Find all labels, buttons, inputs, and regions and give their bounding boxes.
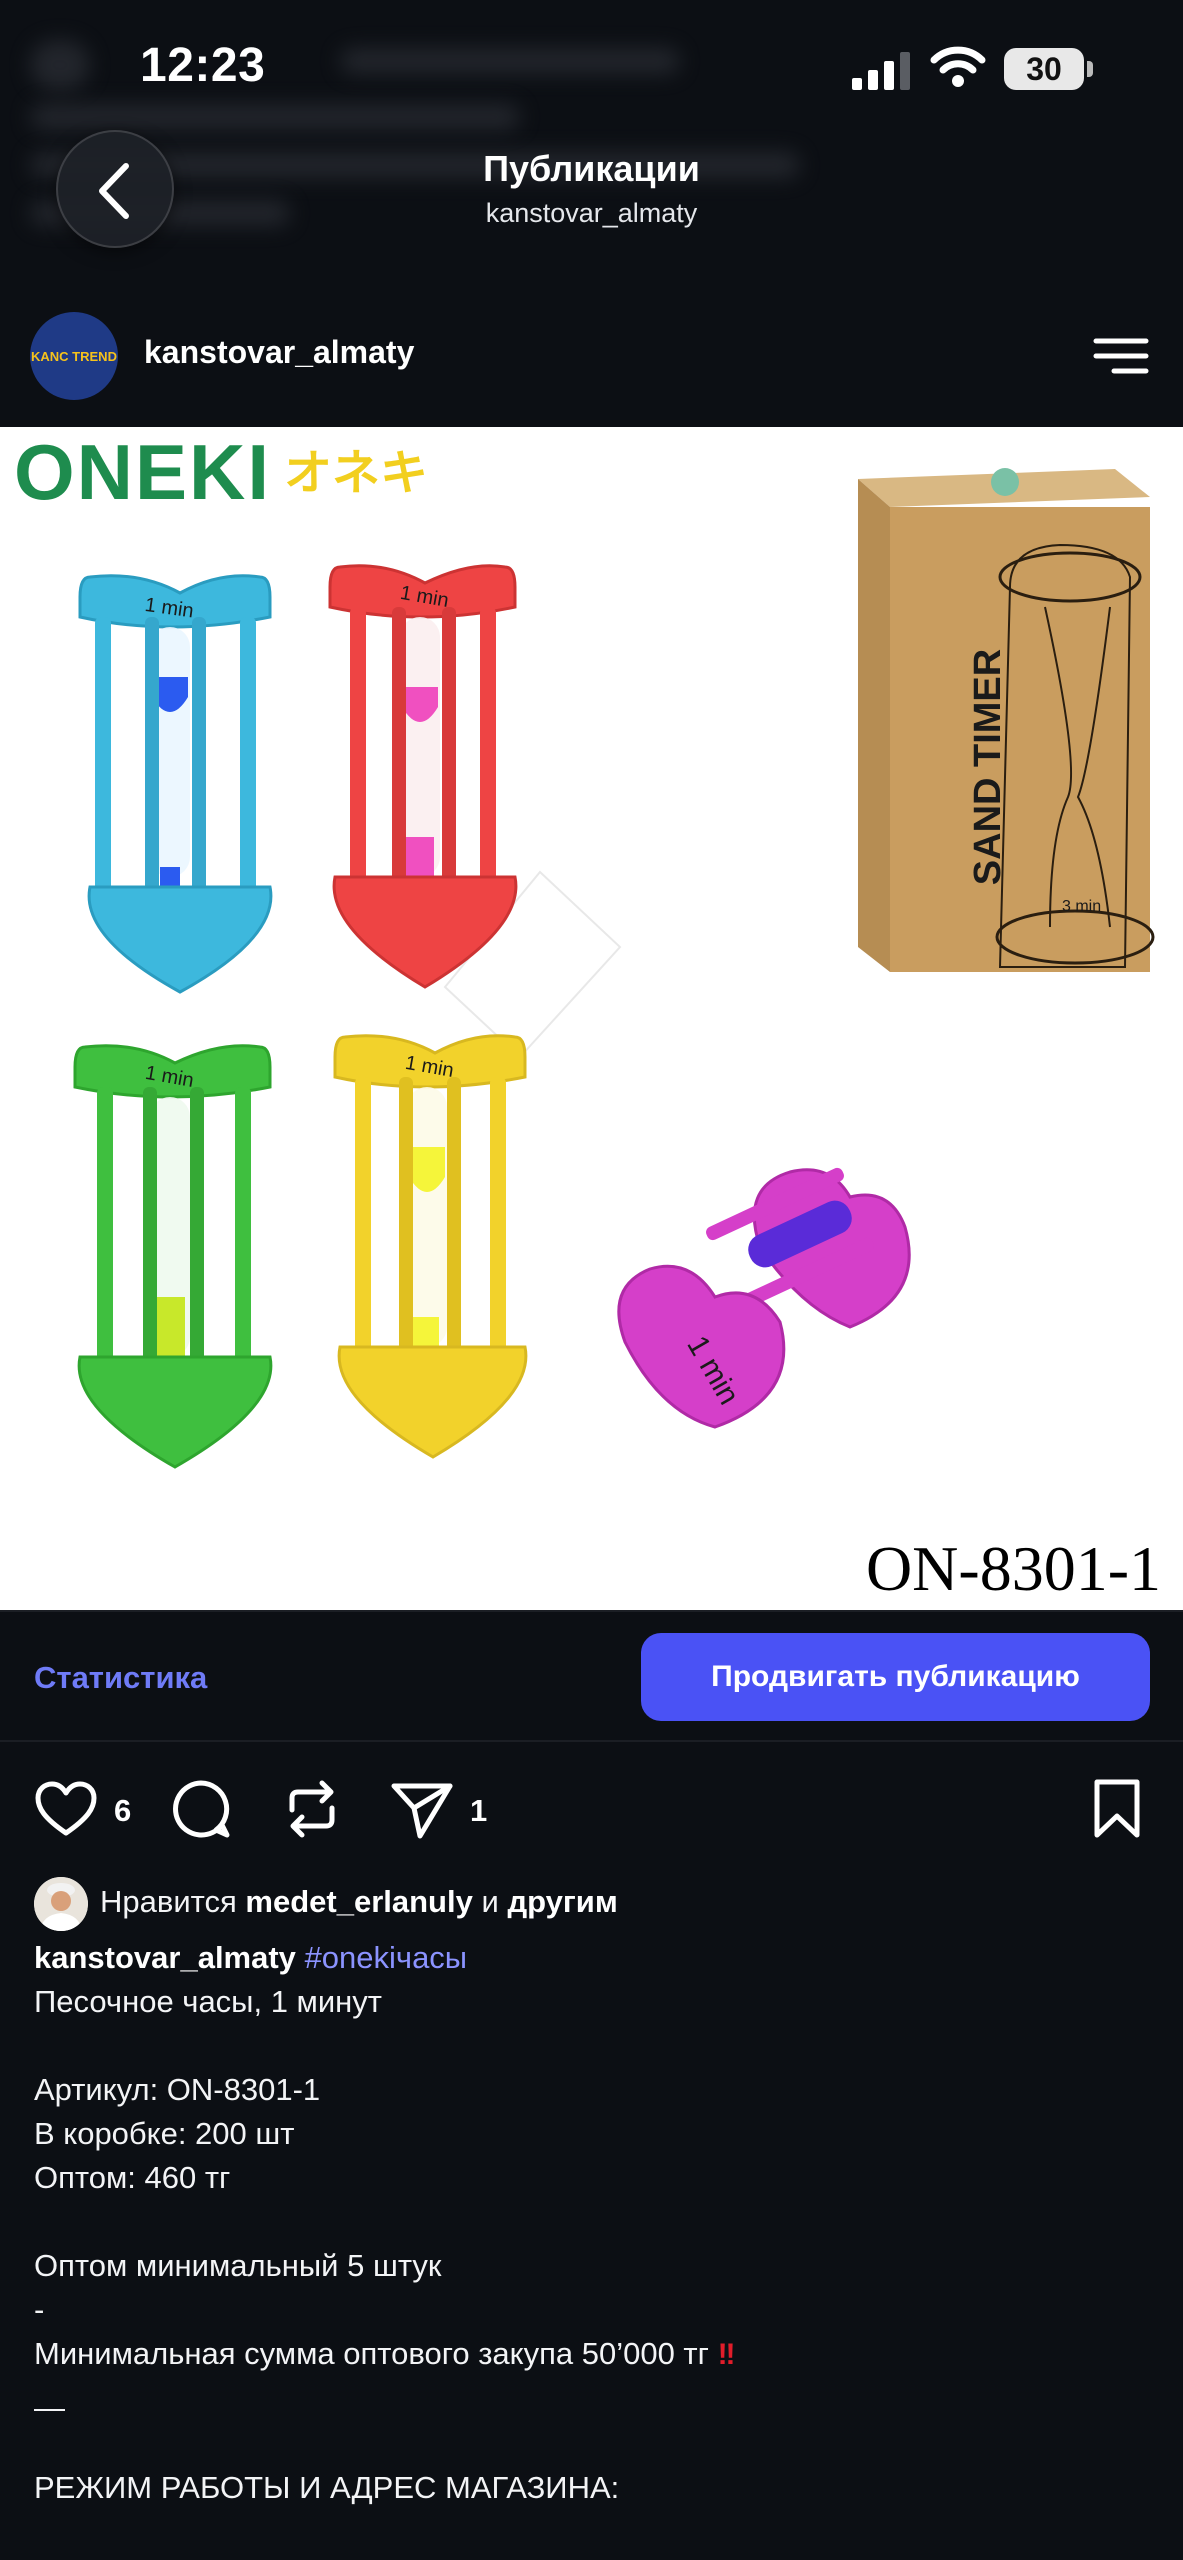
product-illustration: 1 min 1 min SAND TIMER 3 min 1 min 1 min… bbox=[73, 468, 1155, 1469]
box-small-label: 3 min bbox=[1062, 898, 1101, 915]
likes-prefix: Нравится bbox=[100, 1884, 237, 1919]
product-code: ON-8301-1 bbox=[865, 1533, 1161, 1604]
author-avatar[interactable]: KANC TREND bbox=[30, 312, 118, 400]
likes-middle: и bbox=[481, 1884, 499, 1919]
menu-icon[interactable] bbox=[1092, 336, 1150, 376]
caption-line: РЕЖИМ РАБОТЫ И АДРЕС МАГАЗИНА: bbox=[34, 2470, 620, 2505]
sand-timer-box: SAND TIMER 3 min bbox=[858, 468, 1155, 972]
blurred-background bbox=[340, 48, 680, 74]
send-icon[interactable] bbox=[390, 1778, 454, 1840]
liker-avatar[interactable] bbox=[34, 1877, 88, 1931]
page-subtitle: kanstovar_almaty bbox=[485, 198, 698, 228]
person-avatar-icon bbox=[34, 1877, 88, 1931]
caption-line: — bbox=[34, 2390, 65, 2425]
post-image[interactable]: ONEKI オネキ 1 min 1 min SAND TIMER 3 min 1… bbox=[0, 427, 1183, 1610]
author-username[interactable]: kanstovar_almaty bbox=[144, 334, 414, 371]
top-header: 12:23 30 Публикации kanstovar_almaty bbox=[0, 0, 1183, 300]
cellular-signal-icon bbox=[852, 52, 910, 90]
page-title: Публикации bbox=[483, 148, 700, 189]
caption-line: Оптом: 460 тг bbox=[34, 2160, 231, 2195]
comment-icon[interactable] bbox=[170, 1778, 232, 1840]
caption-header: kanstovar_almaty #onekiчасы bbox=[34, 1940, 467, 1976]
hourglass-timer-green: 1 min bbox=[73, 1044, 273, 1469]
statistics-link[interactable]: Статистика bbox=[34, 1660, 207, 1696]
liker-username[interactable]: medet_erlanuly bbox=[245, 1884, 472, 1919]
share-count: 1 bbox=[470, 1793, 488, 1828]
blurred-background bbox=[30, 40, 90, 90]
caption-author[interactable]: kanstovar_almaty bbox=[34, 1940, 296, 1975]
caption-line: Оптом минимальный 5 штук bbox=[34, 2248, 442, 2283]
repost-icon[interactable] bbox=[282, 1778, 342, 1840]
caption-hashtag[interactable]: #onekiчасы bbox=[305, 1940, 468, 1975]
battery-level: 30 bbox=[1026, 51, 1062, 87]
caption-line: Артикул: ON-8301-1 bbox=[34, 2072, 321, 2107]
status-time: 12:23 bbox=[140, 39, 266, 92]
likes-others-link[interactable]: другим bbox=[507, 1884, 617, 1919]
hourglass-timer-red: 1 min bbox=[328, 564, 518, 989]
hourglass-timer-yellow: 1 min bbox=[333, 1034, 528, 1459]
heart-icon[interactable] bbox=[34, 1780, 98, 1838]
caption-line: В коробке: 200 шт bbox=[34, 2116, 295, 2151]
hourglass-timer-blue: 1 min bbox=[78, 574, 273, 994]
caption-line: Песочное часы, 1 минут bbox=[34, 1984, 382, 2019]
likes-summary: Нравится medet_erlanuly и другим bbox=[100, 1884, 618, 1920]
blurred-background bbox=[30, 104, 520, 130]
caption-line: - bbox=[34, 2292, 45, 2327]
divider bbox=[0, 1610, 1183, 1612]
promote-post-button[interactable]: Продвигать публикацию bbox=[641, 1633, 1150, 1721]
caption-line-text: Минимальная сумма оптового закупа 50’000… bbox=[34, 2336, 709, 2371]
divider bbox=[0, 1740, 1183, 1742]
box-label: SAND TIMER bbox=[967, 649, 1009, 885]
battery-indicator: 30 bbox=[1004, 48, 1096, 90]
caption-line: Минимальная сумма оптового закупа 50’000… bbox=[34, 2336, 736, 2372]
hourglass-timer-pink: 1 min bbox=[617, 1167, 911, 1429]
bookmark-icon[interactable] bbox=[1092, 1778, 1142, 1840]
avatar-logo-text: KANC TREND bbox=[31, 348, 117, 364]
like-count: 6 bbox=[114, 1793, 132, 1828]
wifi-icon bbox=[930, 46, 986, 87]
double-exclamation-icon: !! bbox=[717, 2338, 736, 2371]
